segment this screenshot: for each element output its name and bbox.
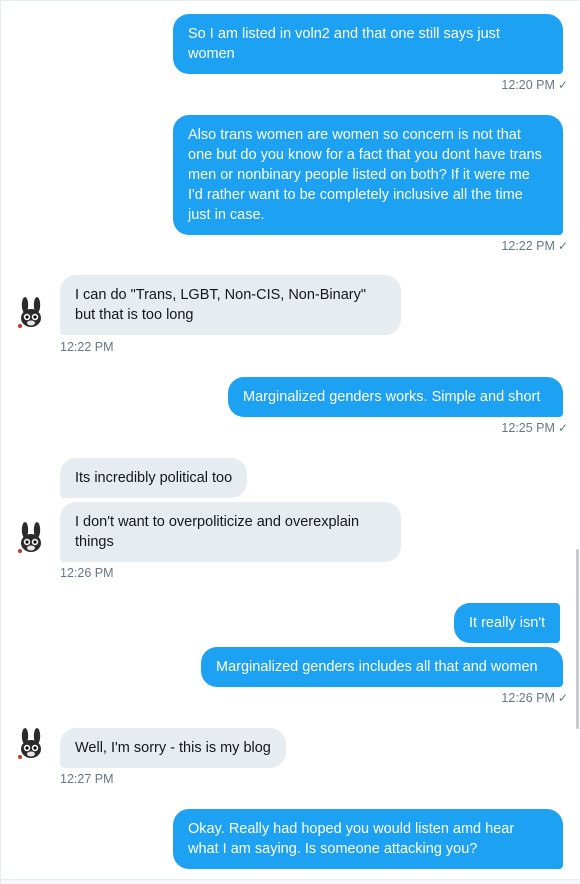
message-text: Marginalized genders includes all that a… [216, 659, 538, 675]
message-timestamp: 12:22 PM [60, 340, 114, 354]
bunny-avatar-icon[interactable] [12, 296, 50, 334]
message-text: It really isn't [469, 615, 546, 631]
message-text: Okay. Really had hoped you would listen … [188, 821, 515, 857]
message-bubble-sent[interactable]: Marginalized genders works. Simple and s… [228, 377, 563, 417]
message-timestamp: 12:22 PM ✓ [501, 239, 568, 253]
message-bubble-received[interactable]: I can do "Trans, LGBT, Non-CIS, Non-Bina… [60, 275, 401, 335]
composer-bar-edge [1, 879, 580, 884]
bunny-avatar-icon[interactable] [12, 521, 50, 559]
message-timestamp: 12:27 PM [60, 772, 114, 786]
read-receipt-icon: ✓ [557, 239, 568, 253]
message-timestamp: 12:26 PM ✓ [501, 691, 568, 705]
timestamp-text: 12:22 PM [60, 340, 114, 354]
timestamp-text: 12:25 PM [501, 421, 555, 435]
message-bubble-sent[interactable]: It really isn't [454, 603, 561, 643]
message-text: So I am listed in voln2 and that one sti… [188, 26, 500, 62]
dm-conversation: So I am listed in voln2 and that one sti… [0, 0, 580, 884]
message-timestamp: 12:26 PM [60, 566, 114, 580]
timestamp-text: 12:27 PM [60, 772, 114, 786]
message-bubble-received[interactable]: I don't want to overpoliticize and overe… [60, 502, 401, 562]
message-text: Well, I'm sorry - this is my blog [75, 740, 271, 756]
read-receipt-icon: ✓ [557, 691, 568, 705]
message-text: I don't want to overpoliticize and overe… [75, 514, 360, 550]
message-bubble-sent[interactable]: Marginalized genders includes all that a… [201, 647, 563, 687]
message-bubble-sent[interactable]: Okay. Really had hoped you would listen … [173, 809, 563, 869]
timestamp-text: 12:22 PM [501, 239, 555, 253]
bunny-avatar-icon[interactable] [12, 727, 50, 765]
read-receipt-icon: ✓ [557, 78, 568, 92]
message-text: Also trans women are women so concern is… [188, 127, 542, 223]
message-bubble-sent[interactable]: Also trans women are women so concern is… [173, 115, 563, 235]
message-bubble-received[interactable]: Well, I'm sorry - this is my blog [60, 728, 286, 768]
timestamp-text: 12:20 PM [501, 78, 555, 92]
message-text: Its incredibly political too [75, 470, 233, 486]
timestamp-text: 12:26 PM [60, 566, 114, 580]
message-bubble-received[interactable]: Its incredibly political too [60, 458, 248, 498]
message-text: Marginalized genders works. Simple and s… [243, 389, 541, 405]
scrollbar[interactable] [576, 549, 579, 729]
timestamp-text: 12:26 PM [501, 691, 555, 705]
message-text: I can do "Trans, LGBT, Non-CIS, Non-Bina… [75, 287, 367, 323]
message-timestamp: 12:25 PM ✓ [501, 421, 568, 435]
message-bubble-sent[interactable]: So I am listed in voln2 and that one sti… [173, 14, 563, 74]
read-receipt-icon: ✓ [557, 421, 568, 435]
message-timestamp: 12:20 PM ✓ [501, 78, 568, 92]
